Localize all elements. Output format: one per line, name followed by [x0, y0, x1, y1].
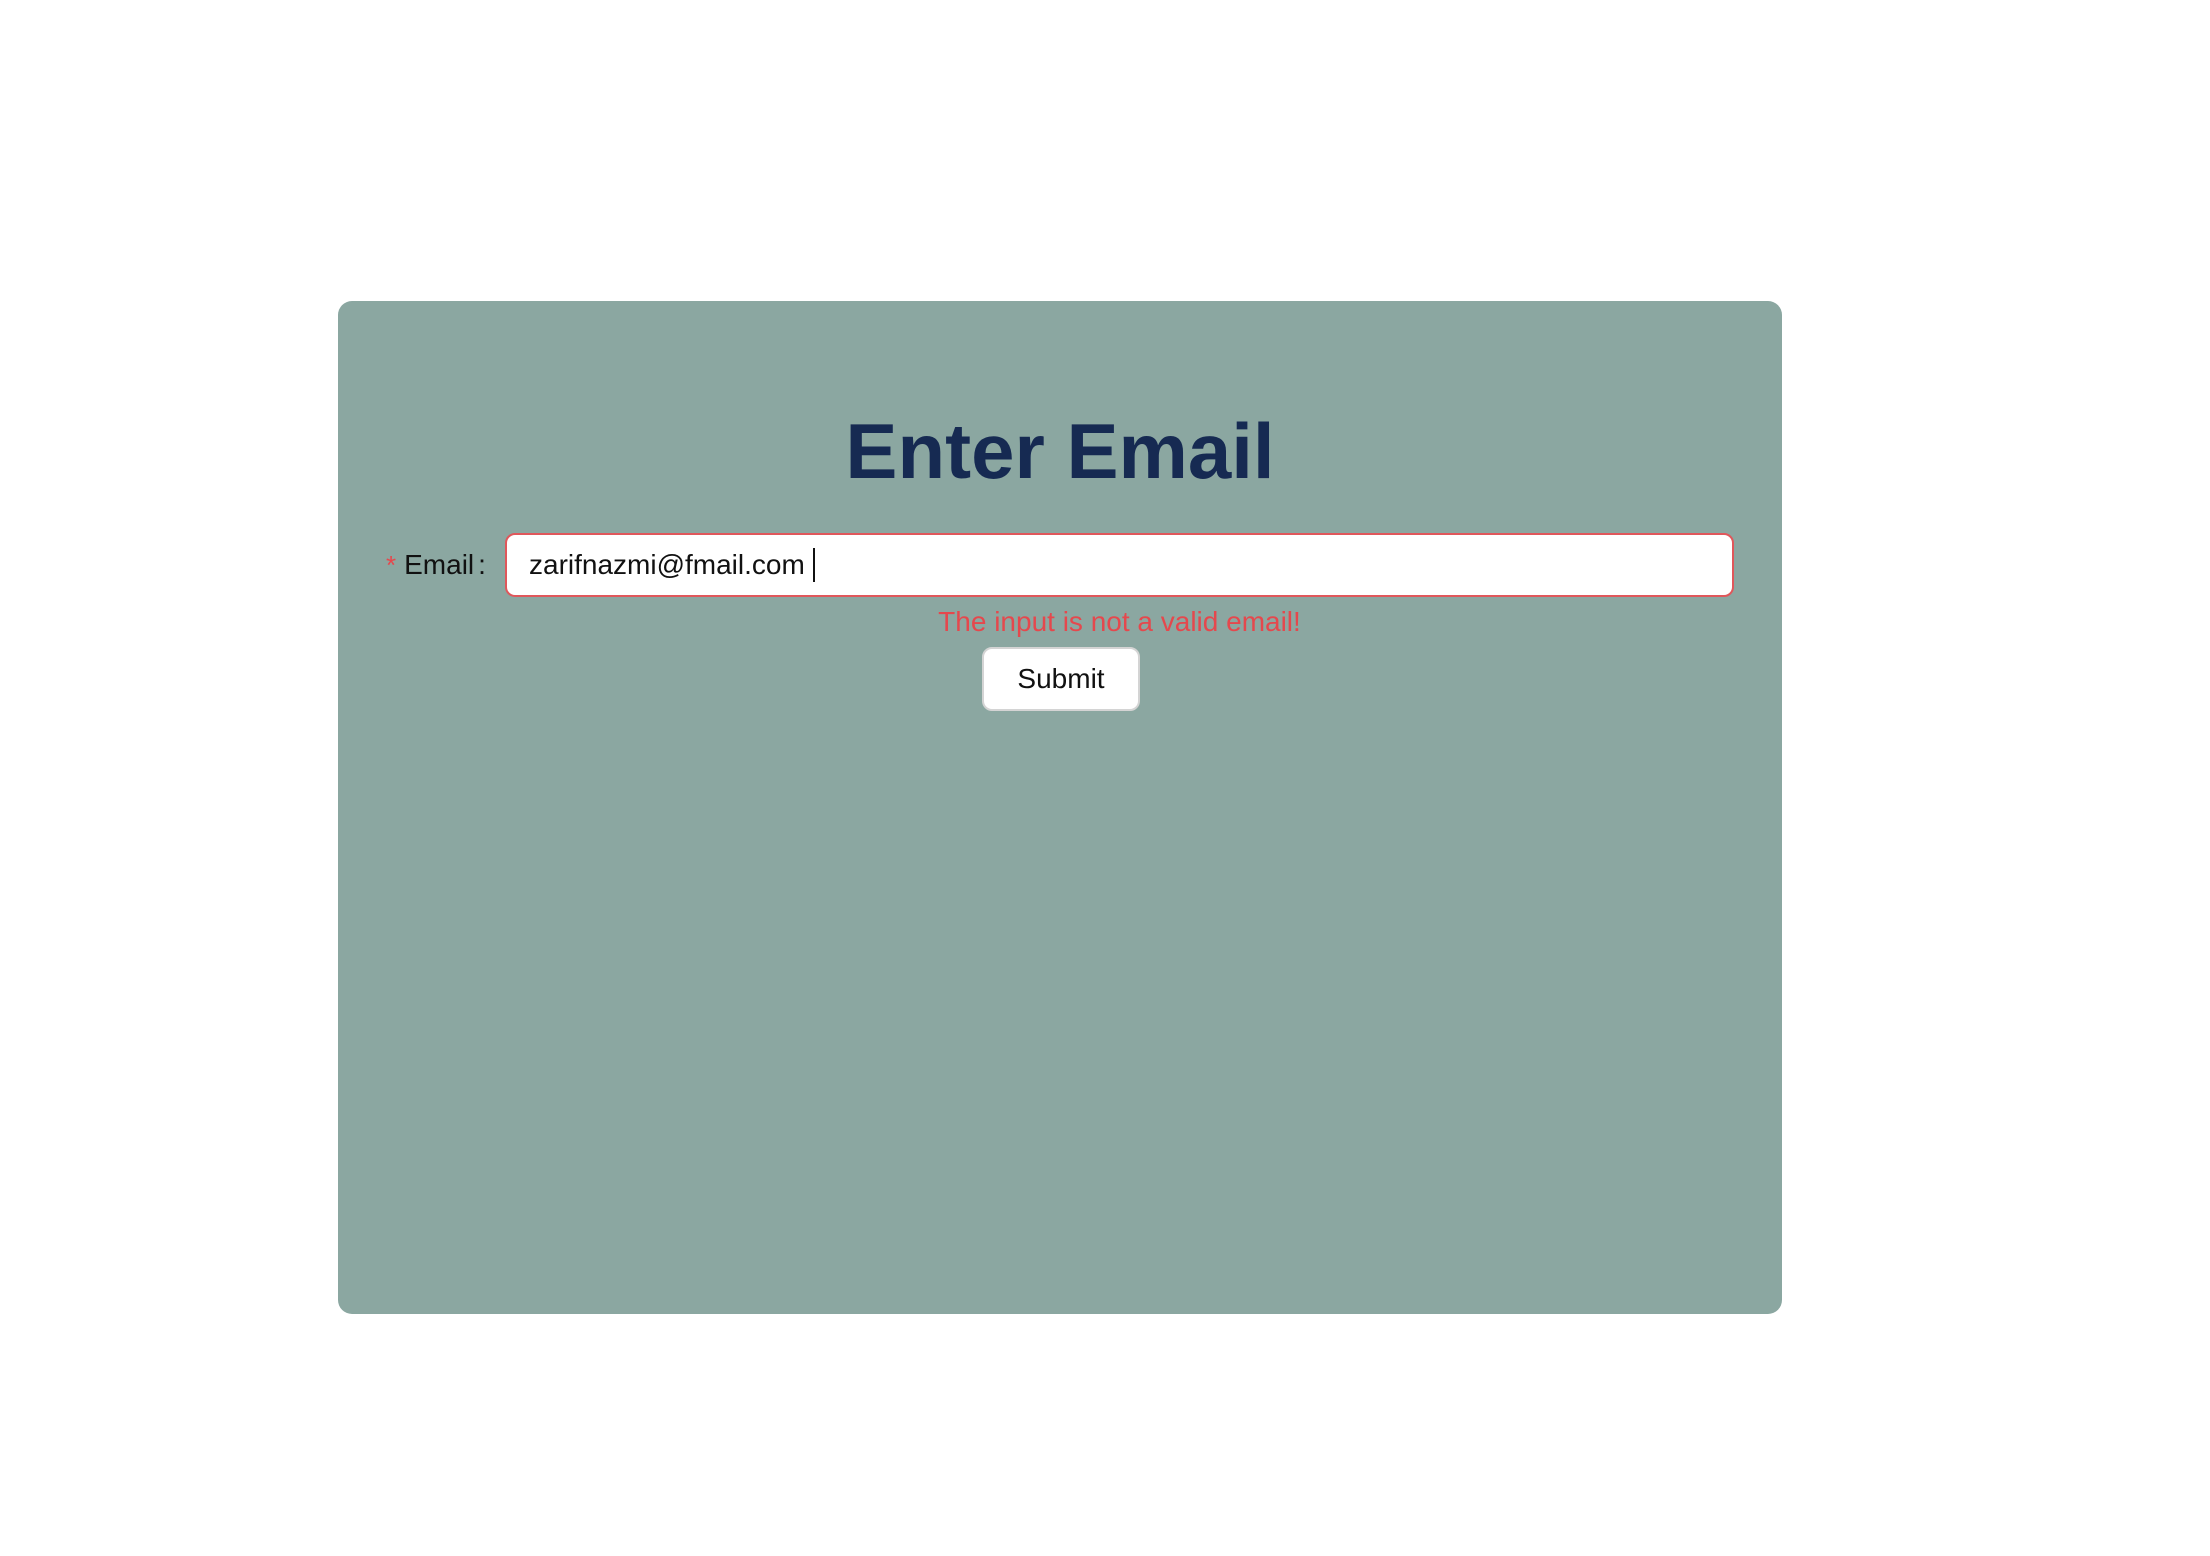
email-label: * Email :	[386, 533, 486, 597]
email-error-message: The input is not a valid email!	[938, 606, 1301, 637]
required-asterisk: *	[386, 549, 397, 580]
label-colon: :	[478, 549, 486, 580]
email-form-row: * Email :	[386, 533, 486, 597]
email-label-text: Email	[404, 549, 475, 580]
submit-button[interactable]: Submit	[982, 647, 1140, 711]
email-input[interactable]: zarifnazmi@fmail.com	[505, 533, 1734, 597]
text-caret	[812, 548, 815, 582]
email-form-card: Enter Email * Email : zarifnazmi@fmail.c…	[338, 301, 1782, 1314]
page-title: Enter Email	[845, 407, 1275, 495]
email-input-value: zarifnazmi@fmail.com	[529, 549, 805, 580]
